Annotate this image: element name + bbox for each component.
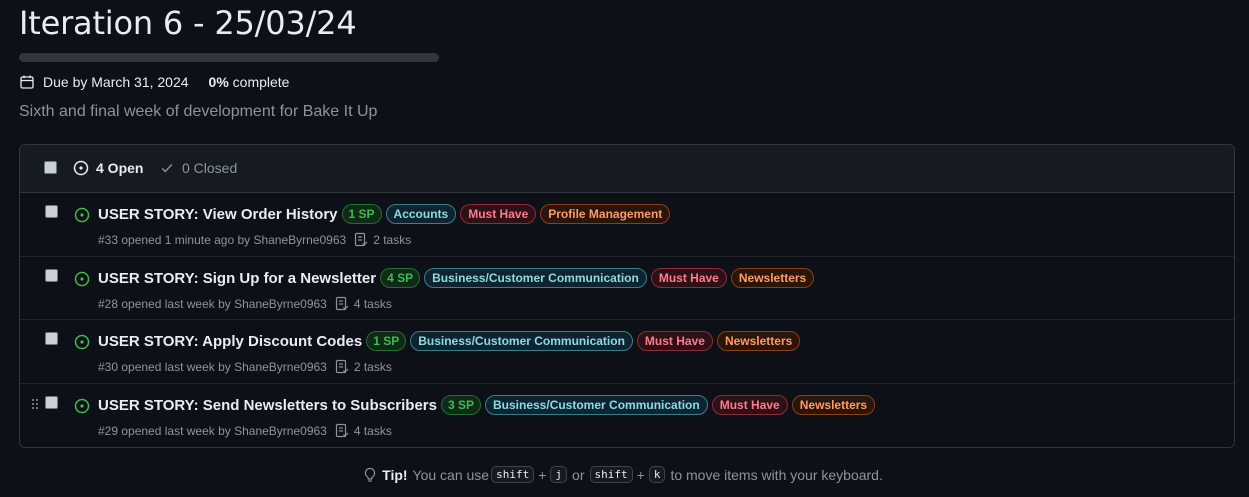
milestone-description: Sixth and final week of development for … [19,103,378,120]
tip-label: Tip! [382,466,408,483]
issue-open-icon [74,207,90,223]
tasks-count: 2 tasks [353,359,392,374]
tip-text-end: to move items with your keyboard. [670,466,883,483]
open-count-label: 4 Open [96,160,144,176]
issue-rows: USER STORY: View Order History 1 SP Accoun… [20,193,1234,447]
issue-checkbox[interactable] [45,396,58,409]
kbd-plus-2: + [636,466,645,483]
issue-title-link[interactable]: USER STORY: View Order History [98,206,338,223]
issue-meta-line: #29 opened last week by ShaneByrne0963 4 … [98,423,392,438]
tasklist-icon [355,232,368,247]
issue-row[interactable]: USER STORY: Send Newsletters to Subscrib… [20,384,1234,447]
closed-count-label: 0 Closed [182,160,238,176]
issue-meta-line: #30 opened last week by ShaneByrne0963 2 … [98,359,392,374]
keyboard-tip: Tip! You can use shift + j or shift + k to m… [0,466,1249,483]
drag-handle-icon[interactable] [31,398,39,410]
label-sp[interactable]: 4 SP [380,268,421,288]
tasklist-icon [335,296,349,311]
issue-list: 4 Open 0 Closed USER STORY: View Order H… [19,144,1235,448]
tasks-indicator[interactable]: 4 tasks [335,296,392,311]
issue-title-link[interactable]: USER STORY: Sign Up for a Newsletter [98,270,376,287]
closed-filter[interactable]: 0 Closed [160,160,237,176]
label-sp[interactable]: 1 SP [366,331,407,351]
tip-text-start: You can use [412,466,490,483]
issue-meta-line: #28 opened last week by ShaneByrne0963 4 … [98,296,392,311]
label-must[interactable]: Must Have [636,331,713,351]
percent-complete: 0% complete [209,74,290,90]
issue-checkbox[interactable] [45,269,58,282]
label-must[interactable]: Must Have [460,204,537,224]
issue-title-line: USER STORY: Send Newsletters to Subscrib… [98,395,879,415]
issue-title-line: USER STORY: View Order History 1 SP Accoun… [98,204,674,224]
issue-list-header: 4 Open 0 Closed [20,145,1234,193]
label-news[interactable]: Newsletters [730,268,815,288]
issue-row[interactable]: USER STORY: View Order History 1 SP Accoun… [20,193,1234,257]
tasks-count: 2 tasks [373,232,412,247]
label-news[interactable]: Newsletters [716,331,801,351]
tip-or: or [572,466,585,483]
due-date: Due by March 31, 2024 [43,74,189,90]
check-icon [161,164,173,173]
kbd-j: j [550,466,568,483]
label-news[interactable]: Newsletters [791,395,876,415]
tasklist-icon [335,359,349,374]
issue-checkbox[interactable] [45,205,58,218]
issue-meta: #28 opened last week by ShaneByrne0963 [98,296,327,311]
tasklist-icon [335,423,349,438]
issue-meta-line: #33 opened 1 minute ago by ShaneByrne096… [98,232,411,247]
label-comm[interactable]: Business/Customer Communication [424,268,647,288]
issue-open-icon [74,271,90,287]
tasks-count: 4 tasks [353,423,392,438]
issue-title-line: USER STORY: Sign Up for a Newsletter 4 SP… [98,268,818,288]
label-accounts[interactable]: Accounts [385,204,457,224]
issue-meta: #30 opened last week by ShaneByrne0963 [98,359,327,374]
issue-checkbox[interactable] [45,332,58,345]
issue-row[interactable]: USER STORY: Apply Discount Codes 1 SP Busi… [20,320,1234,384]
open-filter[interactable]: 4 Open [73,160,143,176]
kbd-k: k [648,466,666,483]
select-all-checkbox[interactable] [44,161,57,174]
issue-meta: #29 opened last week by ShaneByrne0963 [98,423,327,438]
kbd-shift-1: shift [491,466,535,483]
label-sp[interactable]: 1 SP [341,204,382,224]
label-comm[interactable]: Business/Customer Communication [485,395,708,415]
issue-open-icon [73,160,89,176]
milestone-title: Iteration 6 - 25/03/24 [19,4,357,42]
kbd-shift-2: shift [589,466,633,483]
milestone-meta: Due by March 31, 2024 0% complete [19,73,289,91]
calendar-icon [20,75,34,89]
label-must[interactable]: Must Have [711,395,788,415]
issue-row[interactable]: USER STORY: Sign Up for a Newsletter 4 SP… [20,257,1234,320]
percent-suffix: complete [228,74,290,90]
tasks-indicator[interactable]: 2 tasks [354,232,411,247]
milestone-progress-bar [19,53,439,62]
percent-value: 0% [208,74,229,90]
tasks-count: 4 tasks [353,296,392,311]
label-comm[interactable]: Business/Customer Communication [410,331,633,351]
tasks-indicator[interactable]: 2 tasks [335,359,392,374]
kbd-plus-1: + [538,466,547,483]
lightbulb-icon [365,467,376,482]
issue-title-link[interactable]: USER STORY: Apply Discount Codes [98,333,362,350]
label-profile[interactable]: Profile Management [540,204,671,224]
tasks-indicator[interactable]: 4 tasks [335,423,392,438]
issue-open-icon [74,334,90,350]
issue-open-icon [74,398,90,414]
issue-title-link[interactable]: USER STORY: Send Newsletters to Subscrib… [98,397,437,414]
label-must[interactable]: Must Have [650,268,727,288]
label-sp[interactable]: 3 SP [440,395,481,415]
issue-title-line: USER STORY: Apply Discount Codes 1 SP Busi… [98,331,804,351]
issue-meta: #33 opened 1 minute ago by ShaneByrne096… [98,232,347,247]
